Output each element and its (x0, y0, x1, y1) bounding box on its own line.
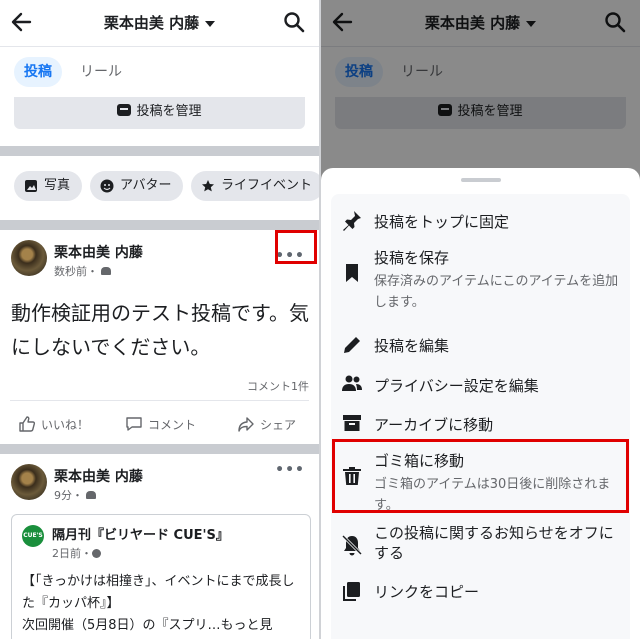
thumbs-up-icon (19, 416, 36, 432)
share-label: シェア (260, 417, 297, 432)
manage-posts-label: 投稿を管理 (136, 104, 202, 119)
menu-item-label: 投稿を編集 (374, 337, 450, 355)
menu-item-pin[interactable]: 投稿をトップに固定 (331, 202, 630, 238)
menu-item-privacy[interactable]: プライバシー設定を編集 (331, 366, 630, 402)
post-time: 数秒前・ (54, 265, 98, 278)
copy-icon (343, 582, 360, 601)
photos-chip-label: 写真 (44, 178, 71, 193)
friends-audience-icon (86, 491, 96, 499)
post-body-text: 動作検証用のテスト投稿です。気にしないでください。 (11, 301, 309, 359)
menu-item-label: 投稿を保存 (374, 249, 450, 267)
menu-item-notifications-off[interactable]: この投稿に関するお知らせをオフにする (331, 520, 630, 570)
share-icon (238, 417, 254, 432)
caret-down-icon (205, 20, 216, 27)
menu-item-description: 保存済みのアイテムにこのアイテムを追加します。 (374, 274, 619, 310)
post-header: 栗本由美 内藤 9分・ ••• (0, 456, 319, 506)
star-icon (202, 180, 214, 192)
post-header: 栗本由美 内藤 数秒前・ ••• (0, 232, 319, 282)
post-meta: 9分・ (54, 487, 96, 503)
manage-posts-button[interactable]: 投稿を管理 (14, 97, 305, 129)
menu-item-label: 投稿をトップに固定 (374, 213, 510, 231)
like-label: いいね！ (41, 417, 90, 432)
bell-off-icon (341, 534, 363, 556)
post-author[interactable]: 栗本由美 内藤 (54, 242, 143, 262)
left-screen: 栗本由美 内藤 投稿 リール 投稿を管理 写真 アバター ライフイベント 栗本由… (0, 0, 319, 639)
divider (10, 400, 309, 401)
options-list: 投稿をトップに固定 投稿を保存 保存済みのアイテムにこのアイテムを追加します。 … (331, 194, 630, 639)
photo-icon (25, 180, 37, 192)
comment-count[interactable]: コメント1件 (247, 378, 309, 394)
menu-item-label: この投稿に関するお知らせをオフにする (374, 524, 614, 562)
post-author[interactable]: 栗本由美 内藤 (54, 466, 143, 486)
globe-icon (92, 549, 101, 558)
comment-label: コメント (148, 417, 197, 432)
tab-reels[interactable]: リール (80, 57, 122, 87)
profile-header: 栗本由美 内藤 (0, 0, 319, 46)
section-gap (0, 444, 319, 454)
post-meta: 数秒前・ (54, 263, 111, 279)
profile-tabs: 投稿 リール (0, 47, 319, 97)
menu-item-edit[interactable]: 投稿を編集 (331, 326, 630, 362)
avatar-chip[interactable]: アバター (90, 171, 184, 201)
post-time: 9分・ (54, 489, 83, 502)
more-options-icon[interactable]: ••• (275, 462, 305, 478)
profile-name-dropdown[interactable]: 栗本由美 内藤 (0, 12, 319, 33)
avatar[interactable] (11, 240, 47, 276)
tab-posts[interactable]: 投稿 (14, 57, 62, 87)
manage-icon (117, 104, 132, 116)
bookmark-icon (346, 264, 358, 282)
highlight-box (275, 230, 317, 264)
right-screen: 栗本由美 内藤 投稿 リール 投稿を管理 投稿をトップに固定 投稿を保存 保存済… (321, 0, 640, 639)
shared-page-name[interactable]: 隔月刊『ビリヤード CUE'S』 (52, 524, 229, 543)
menu-item-archive[interactable]: アーカイブに移動 (331, 405, 630, 441)
sheet-drag-handle[interactable] (461, 178, 501, 182)
archive-box-icon (343, 415, 361, 431)
highlight-box (332, 439, 629, 513)
shared-post-meta: 2日前・ (52, 545, 101, 561)
life-event-chip[interactable]: ライフイベント (191, 171, 319, 201)
create-chips: 写真 アバター ライフイベント (0, 160, 319, 220)
menu-item-label: アーカイブに移動 (374, 416, 494, 434)
like-button[interactable]: いいね！ (18, 415, 89, 433)
pin-icon (343, 211, 361, 231)
search-icon[interactable] (283, 11, 305, 33)
pencil-icon (344, 337, 360, 353)
avatar-icon (100, 179, 114, 193)
people-icon (342, 375, 362, 391)
photos-chip[interactable]: 写真 (14, 171, 83, 201)
share-button[interactable]: シェア (237, 415, 296, 433)
friends-audience-icon (101, 267, 111, 275)
avatar[interactable] (11, 464, 47, 500)
shared-post-card[interactable]: CUE'S 隔月刊『ビリヤード CUE'S』 2日前・ 【「きっかけは相撞き」、… (11, 514, 311, 639)
menu-item-save[interactable]: 投稿を保存 保存済みのアイテムにこのアイテムを追加します。 (331, 244, 630, 320)
page-logo: CUE'S (22, 525, 44, 547)
shared-post-text: 【「きっかけは相撞き」、イベントにまで成長した『カッパ杯』】 次回開催（5月8日… (22, 574, 295, 633)
life-event-chip-label: ライフイベント (221, 178, 313, 193)
comment-button[interactable]: コメント (125, 415, 196, 433)
header-title: 栗本由美 内藤 (103, 14, 200, 32)
menu-item-label: リンクをコピー (374, 583, 480, 601)
section-gap (0, 220, 319, 230)
menu-item-copy-link[interactable]: リンクをコピー (331, 574, 630, 610)
section-gap (0, 146, 319, 156)
comment-icon (126, 417, 142, 431)
post-options-sheet: 投稿をトップに固定 投稿を保存 保存済みのアイテムにこのアイテムを追加します。 … (321, 168, 640, 639)
menu-item-label: プライバシー設定を編集 (374, 377, 539, 395)
avatar-chip-label: アバター (120, 178, 172, 193)
shared-post-time: 2日前・ (52, 547, 92, 560)
